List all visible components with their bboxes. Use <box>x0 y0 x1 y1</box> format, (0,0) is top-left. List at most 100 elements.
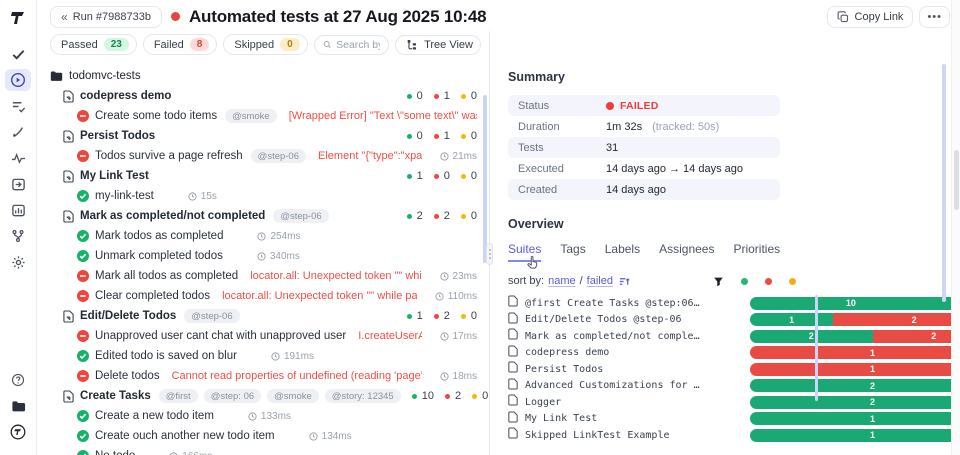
test-row[interactable]: Create ouch another new todo item 134ms <box>50 426 489 446</box>
test-duration-value: 23ms <box>453 271 477 282</box>
sort-direction-icon[interactable] <box>619 276 630 287</box>
suite-row[interactable]: Mark as completed/not completed @step-06… <box>50 206 489 226</box>
pulse-icon[interactable] <box>5 147 31 169</box>
branch-icon[interactable] <box>5 225 31 247</box>
passed-count: 10 <box>422 390 434 402</box>
test-row[interactable]: my-link-test 15s <box>50 186 489 206</box>
summary-row: Duration 1m 32s (tracked: 50s) <box>508 116 780 137</box>
window-scrollbar-thumb[interactable] <box>954 150 959 210</box>
tree-view-button[interactable]: Tree View <box>395 35 481 55</box>
tab-labels[interactable]: Labels <box>605 242 640 262</box>
app-window: « Run #7988733b Automated tests at 27 Au… <box>0 0 960 455</box>
skipped-count-badge: 0 <box>280 38 300 51</box>
search-box <box>314 35 389 55</box>
summary-row-label: Created <box>518 184 606 196</box>
test-tags: @step-06 <box>249 149 306 163</box>
suite-row[interactable]: Persist Todos 0 1 0 <box>50 126 489 146</box>
test-row[interactable]: Mark todos as completed 254ms <box>50 226 489 246</box>
skipped-count: 0 <box>482 390 488 402</box>
filter-failed-button[interactable]: Failed 8 <box>143 34 218 55</box>
copy-icon <box>837 11 849 23</box>
test-row[interactable]: Todos survive a page refresh @step-06 El… <box>50 146 489 166</box>
search-input[interactable] <box>336 39 380 51</box>
suite-name: Edit/Delete Todos <box>80 310 176 322</box>
test-plans-icon[interactable] <box>5 95 31 117</box>
test-row[interactable]: Create some todo items @smoke [Wrapped E… <box>50 106 489 126</box>
right-panel-scrollbar[interactable] <box>942 64 946 302</box>
skipped-dot-icon <box>461 314 466 319</box>
overview-suite-row[interactable]: Persist Todos 1 <box>508 361 800 378</box>
result-bar: 102 <box>750 297 960 310</box>
overview-suite-row[interactable]: Advanced Customizations for … 2 <box>508 378 800 395</box>
overview-suite-row[interactable]: @first Create Tasks @step:06… 102 <box>508 295 800 312</box>
tag-pill: @step: 06 <box>204 389 261 403</box>
suite-row[interactable]: Edit/Delete Todos @step-06 1 2 0 <box>50 306 489 326</box>
failed-label: Failed <box>154 39 184 51</box>
suite-row[interactable]: My Link Test 1 0 0 <box>50 166 489 186</box>
test-name: No todo <box>95 450 135 455</box>
failed-dot-icon <box>434 314 439 319</box>
overview-suite-row[interactable]: My Link Test 1 <box>508 411 800 428</box>
copy-link-button[interactable]: Copy Link <box>827 6 914 28</box>
more-actions-button[interactable]: ••• <box>919 6 950 28</box>
suite-tags: @first@step: 06@smoke@story: 12345 <box>157 389 401 403</box>
test-row[interactable]: Delete todos Cannot read properties of u… <box>50 366 489 386</box>
tab-tags[interactable]: Tags <box>560 242 585 262</box>
summary-row-label: Tests <box>518 142 606 154</box>
tree-scrollbar[interactable] <box>483 95 487 263</box>
testomat-logo-icon[interactable] <box>5 7 31 29</box>
root-folder-row[interactable]: todomvc-tests <box>50 66 489 86</box>
test-status-icon <box>77 370 89 382</box>
overview-suite-row[interactable]: Mark as completed/not comple… 22 <box>508 328 800 345</box>
test-error-message: Element "{"type":"xpath","output":"1 tod… <box>318 150 422 162</box>
clock-icon <box>257 252 266 261</box>
overview-section: Overview SuitesTagsLabelsAssigneesPriori… <box>508 217 960 444</box>
runs-play-icon[interactable] <box>5 69 31 91</box>
test-row[interactable]: Unapproved user cant chat with unapprove… <box>50 326 489 346</box>
legend-failed-dot <box>765 278 772 285</box>
test-row[interactable]: Clear completed todos locator.all: Unexp… <box>50 286 489 306</box>
summary-row-value: FAILED <box>606 100 659 112</box>
suite-row[interactable]: codepress demo 0 1 0 <box>50 86 489 106</box>
sort-by-name-link[interactable]: name <box>548 275 576 287</box>
test-row[interactable]: No todo 166ms <box>50 446 489 455</box>
tab-assignees[interactable]: Assignees <box>659 242 714 262</box>
overview-suite-row[interactable]: Edit/Delete Todos @step-06 12 <box>508 312 800 329</box>
test-error-message: [Wrapped Error] "Text \"some text\" was … <box>289 110 477 122</box>
sort-by-failed-link[interactable]: failed <box>587 275 613 287</box>
import-run-icon[interactable] <box>5 173 31 195</box>
pen-icon[interactable] <box>5 121 31 143</box>
filter-funnel-icon[interactable] <box>713 276 724 287</box>
test-duration-value: 191ms <box>284 351 314 362</box>
tab-priorities[interactable]: Priorities <box>733 242 780 262</box>
overview-suite-row[interactable]: Skipped LinkTest Example 1 <box>508 427 800 444</box>
run-detail-panel: Summary Status FAILED Duration 1m 32s (t… <box>489 31 960 455</box>
test-error-message: Cannot read properties of undefined (rea… <box>172 370 422 382</box>
help-icon[interactable] <box>5 369 31 391</box>
run-back-button[interactable]: « Run #7988733b <box>50 6 162 28</box>
test-row[interactable]: Mark all todos as completed locator.all:… <box>50 266 489 286</box>
panel-resize-handle[interactable] <box>486 243 493 265</box>
suite-list-scrollbar[interactable] <box>815 295 818 401</box>
test-status-icon <box>77 330 89 342</box>
filter-skipped-button[interactable]: Skipped 0 <box>223 34 307 55</box>
test-row[interactable]: Edited todo is saved on blur 191ms <box>50 346 489 366</box>
window-scrollbar[interactable] <box>951 0 960 455</box>
test-row[interactable]: Create a new todo item 133ms <box>50 406 489 426</box>
tests-check-icon[interactable] <box>5 43 31 65</box>
analytics-chart-icon[interactable] <box>5 199 31 221</box>
filter-passed-button[interactable]: Passed 23 <box>50 34 137 55</box>
overview-suite-row[interactable]: codepress demo 1 <box>508 345 800 362</box>
passed-dot-icon <box>412 394 417 399</box>
summary-row: Tests 31 <box>508 137 780 158</box>
suite-row[interactable]: Create Tasks @first@step: 06@smoke@story… <box>50 386 489 406</box>
account-logo-icon[interactable] <box>5 421 31 443</box>
projects-folder-icon[interactable] <box>5 395 31 417</box>
summary-value-extra: (tracked: 50s) <box>652 121 719 133</box>
suite-counts: 0 1 0 <box>402 90 477 102</box>
overview-suite-row[interactable]: Logger 2 <box>508 394 800 411</box>
test-row[interactable]: Unmark completed todos 340ms <box>50 246 489 266</box>
test-error-message: locator.all: Unexpected token "" while p… <box>222 290 417 302</box>
settings-gear-icon[interactable] <box>5 251 31 273</box>
result-bar: 1 <box>750 412 960 425</box>
